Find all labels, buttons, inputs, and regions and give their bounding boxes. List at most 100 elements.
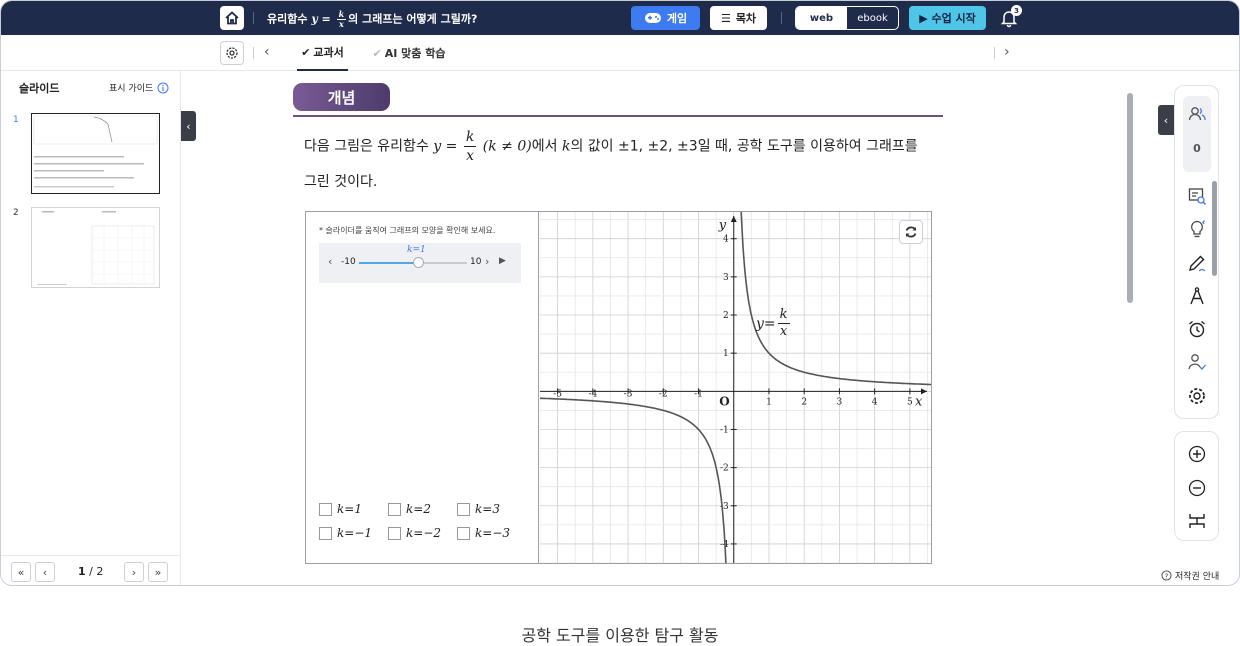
- x-tick-label: 3: [837, 397, 843, 407]
- info-icon: [157, 82, 169, 93]
- participants-box[interactable]: 0: [1183, 96, 1211, 172]
- tab-next-icon[interactable]: ›: [1004, 44, 1010, 60]
- widget-controls: * 슬라이더를 움직여 그래프의 모양을 확인해 보세요. k=1 ‹ -10 …: [306, 212, 539, 563]
- text-part-4: 그린 것이다.: [304, 174, 378, 190]
- compass-icon[interactable]: [1187, 286, 1207, 306]
- slider-decrease-icon[interactable]: ‹: [328, 255, 332, 268]
- slide-number: 2: [13, 208, 19, 218]
- figure-caption: 공학 도구를 이용한 탐구 활동: [521, 626, 719, 645]
- copyright-label: 저작권 안내: [1175, 572, 1220, 582]
- text-math-y: y: [433, 138, 442, 155]
- text-frac-num: k: [463, 129, 477, 147]
- checkbox-kneg1[interactable]: k=−1: [319, 526, 372, 540]
- checkbox-kneg2[interactable]: k=−2: [388, 526, 441, 540]
- game-button[interactable]: 게임: [631, 6, 700, 30]
- checkbox-k2[interactable]: k=2: [388, 502, 431, 516]
- curve-negative-branch: [540, 397, 727, 563]
- divider: [994, 47, 995, 59]
- view-toggle: web ebook: [795, 6, 899, 30]
- y-tick-label: -1: [720, 425, 729, 435]
- alarm-icon[interactable]: [1187, 319, 1207, 339]
- lesson-title: 유리함수 y = kx의 그래프는 어떻게 그릴까?: [267, 10, 477, 29]
- lesson-text: 다음 그림은 유리함수 y = kx (k ≠ 0)에서 k 의 값이 ±1, ±…: [304, 128, 944, 199]
- function-graph[interactable]: -5 -4 -3 -2 -11 2 3 4 54321-1-2-3-4O xy: [540, 212, 931, 563]
- content-scrollbar[interactable]: [1127, 93, 1133, 303]
- help-icon: ?: [1161, 570, 1172, 581]
- play-icon[interactable]: ▶: [499, 256, 506, 266]
- page-total: 2: [96, 565, 104, 578]
- page-current: 1: [78, 565, 86, 578]
- divider: [781, 12, 782, 24]
- toc-button[interactable]: ☰ 목차: [710, 6, 767, 30]
- gamepad-icon: [644, 13, 661, 23]
- slider-handle[interactable]: [412, 257, 424, 268]
- title-fraction: kx: [336, 10, 347, 29]
- tool-scrollbar[interactable]: [1212, 181, 1217, 276]
- slider-max: 10: [470, 257, 482, 267]
- prev-page-button[interactable]: ‹: [35, 562, 55, 582]
- x-tick-label: -2: [659, 389, 668, 399]
- sidebar-title: 슬라이드: [19, 82, 60, 95]
- k-slider: k=1 ‹ -10 10 › ▶: [319, 243, 521, 283]
- text-part-2: 에서: [531, 138, 562, 155]
- first-page-button[interactable]: «: [11, 562, 31, 582]
- slide-thumbnail-2[interactable]: [31, 207, 160, 288]
- checkbox-k1[interactable]: k=1: [319, 502, 362, 516]
- reset-button[interactable]: [899, 220, 923, 244]
- title-eq: =: [317, 12, 335, 26]
- person-check-icon[interactable]: [1187, 352, 1207, 372]
- page-sep: /: [85, 565, 97, 578]
- divider: [253, 47, 254, 59]
- y-tick-label: 1: [723, 349, 729, 359]
- settings-button[interactable]: [220, 41, 244, 65]
- checkbox-label: k=−1: [337, 526, 373, 540]
- x-tick-label: 5: [907, 397, 913, 407]
- text-frac-den: x: [466, 148, 475, 164]
- search-doc-icon[interactable]: [1187, 186, 1207, 206]
- checkbox-label: k=2: [406, 502, 431, 516]
- pen-icon[interactable]: [1187, 253, 1207, 273]
- notification-badge: 3: [1011, 5, 1022, 16]
- zoom-out-icon[interactable]: [1187, 478, 1207, 498]
- ebook-view-option[interactable]: ebook: [847, 7, 898, 29]
- title-prefix: 유리함수: [267, 12, 312, 26]
- slider-fill: [359, 262, 419, 264]
- y-axis-arrow: [730, 216, 737, 222]
- tab-textbook[interactable]: ✔ 교과서: [297, 35, 348, 71]
- x-tick-label: -5: [553, 389, 562, 399]
- zoom-in-icon[interactable]: [1187, 444, 1207, 464]
- y-axis-label: y: [718, 218, 727, 233]
- sidebar-collapse-button[interactable]: ‹: [181, 111, 196, 141]
- app-frame: 유리함수 y = kx의 그래프는 어떻게 그릴까? 게임 ☰ 목차 web e…: [0, 0, 1240, 586]
- tab-bar: ‹ ✔ 교과서 ✔ AI 맞춤 학습 ›: [1, 35, 1239, 71]
- list-icon: ☰: [720, 11, 731, 25]
- checkbox-kneg3[interactable]: k=−3: [457, 526, 510, 540]
- bulb-icon[interactable]: [1187, 219, 1207, 239]
- checkbox-k3[interactable]: k=3: [457, 502, 500, 516]
- graph-equation-label: y = kx: [756, 307, 792, 340]
- web-view-option[interactable]: web: [796, 7, 847, 29]
- slide-thumbnail-1[interactable]: [31, 113, 160, 194]
- gear-icon: [226, 47, 238, 59]
- x-tick-label: 2: [801, 397, 807, 407]
- x-tick-label: 4: [872, 397, 878, 407]
- tab-prev-icon[interactable]: ‹: [264, 44, 270, 60]
- slide-1-preview: [33, 115, 158, 188]
- tab-ai-label: AI 맞춤 학습: [384, 47, 446, 60]
- last-page-button[interactable]: »: [148, 562, 168, 582]
- home-button[interactable]: [220, 6, 244, 30]
- fit-width-icon[interactable]: [1187, 511, 1207, 531]
- checkbox-label: k=−2: [406, 526, 442, 540]
- slider-increase-icon[interactable]: ›: [485, 255, 489, 268]
- check-icon: ✔: [372, 46, 382, 60]
- start-class-button[interactable]: ▶ 수업 시작: [909, 6, 986, 30]
- gear-icon[interactable]: [1187, 386, 1207, 406]
- display-guide-button[interactable]: 표시 가이드: [109, 81, 169, 94]
- next-page-button[interactable]: ›: [124, 562, 144, 582]
- concept-divider: [293, 115, 943, 117]
- eq-den: x: [779, 324, 788, 339]
- copyright-link[interactable]: ? 저작권 안내: [1161, 569, 1219, 582]
- tab-ai-learning[interactable]: ✔ AI 맞춤 학습: [369, 35, 449, 71]
- toc-label: 목차: [735, 12, 757, 25]
- toolbar-collapse-button[interactable]: ‹: [1158, 105, 1174, 135]
